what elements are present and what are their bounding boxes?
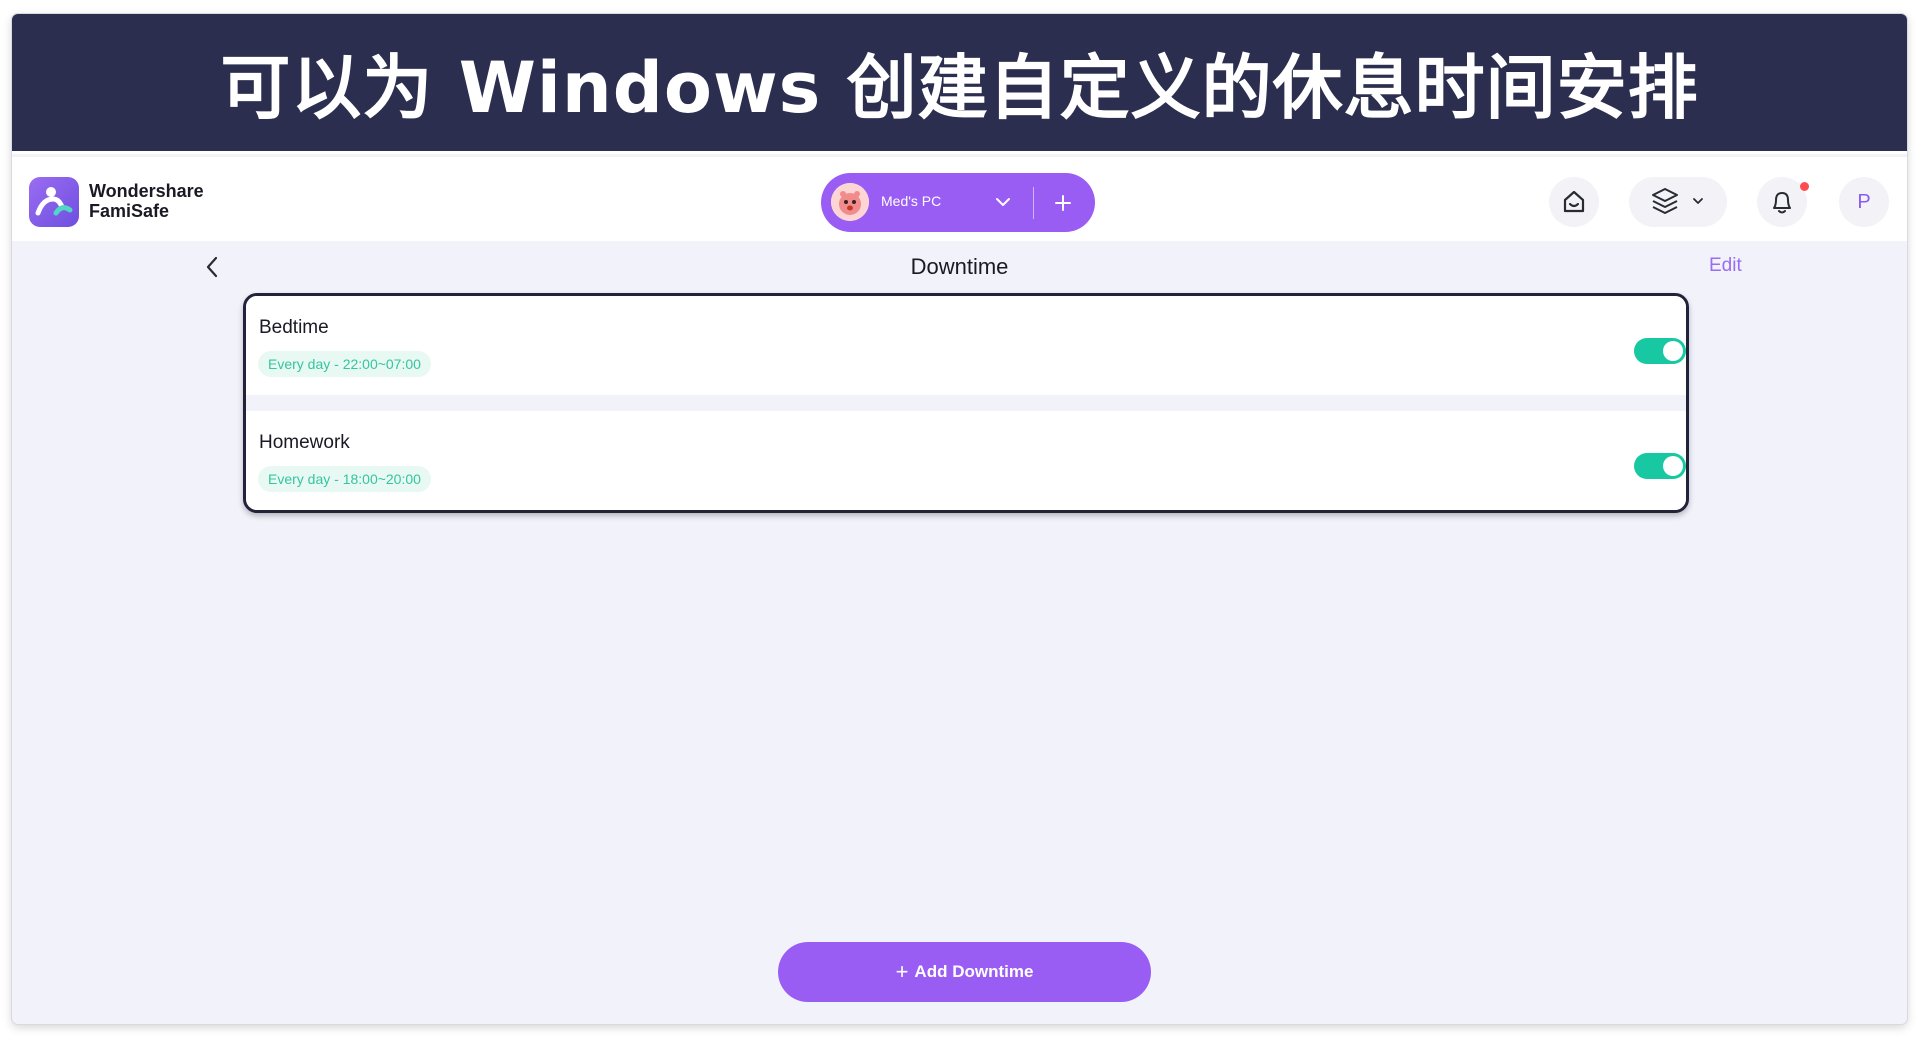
brand-line2: FamiSafe <box>89 201 170 221</box>
app-window: 可以为 Windows 创建自定义的休息时间安排 Wondershare Fam… <box>12 14 1907 1024</box>
chevron-down-icon[interactable] <box>991 190 1015 214</box>
notification-dot <box>1800 182 1809 191</box>
app-header: Wondershare FamiSafe Med's PC P <box>12 157 1907 241</box>
downtime-schedule: Every day - 22:00~07:00 <box>258 351 431 377</box>
device-name: Med's PC <box>881 193 942 209</box>
layers-icon <box>1652 188 1703 214</box>
famisafe-logo-icon <box>29 177 79 227</box>
downtime-item[interactable]: Bedtime Every day - 22:00~07:00 <box>246 296 1686 395</box>
add-downtime-label: Add Downtime <box>914 962 1034 981</box>
plus-icon: + <box>895 959 909 984</box>
device-selector[interactable]: Med's PC <box>821 173 1095 232</box>
add-downtime-button[interactable]: + Add Downtime <box>778 942 1151 1002</box>
child-avatar-icon <box>831 183 869 221</box>
downtime-list: Bedtime Every day - 22:00~07:00 Homework… <box>243 293 1689 513</box>
downtime-schedule: Every day - 18:00~20:00 <box>258 466 431 492</box>
home-button[interactable] <box>1549 177 1599 227</box>
features-menu-button[interactable] <box>1629 177 1727 227</box>
brand-line1: Wondershare <box>89 181 204 201</box>
profile-initial: P <box>1857 191 1871 213</box>
add-device-button[interactable] <box>1046 187 1080 219</box>
downtime-toggle[interactable] <box>1634 453 1686 479</box>
caption-banner: 可以为 Windows 创建自定义的休息时间安排 <box>12 14 1907 154</box>
brand-name: Wondershare FamiSafe <box>89 181 204 221</box>
downtime-item[interactable]: Homework Every day - 18:00~20:00 <box>246 411 1686 510</box>
downtime-toggle[interactable] <box>1634 338 1686 364</box>
toggle-knob <box>1663 341 1683 361</box>
caption-title: 可以为 Windows 创建自定义的休息时间安排 <box>220 47 1699 129</box>
divider <box>1033 187 1034 219</box>
page-title: Downtime <box>910 254 1009 279</box>
home-icon <box>1563 190 1585 213</box>
toggle-knob <box>1663 456 1683 476</box>
downtime-name: Homework <box>259 432 350 453</box>
plus-icon <box>1055 195 1071 211</box>
edit-button[interactable]: Edit <box>1709 255 1742 277</box>
profile-button[interactable]: P <box>1839 177 1889 227</box>
downtime-name: Bedtime <box>259 317 329 338</box>
